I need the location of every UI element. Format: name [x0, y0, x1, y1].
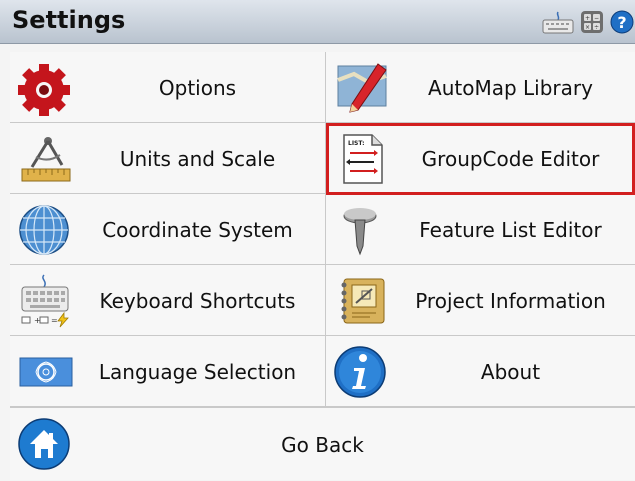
- page-title: Settings: [12, 6, 126, 34]
- un-flag-icon: [19, 357, 73, 387]
- units-and-scale-label: Units and Scale: [119, 146, 276, 171]
- coordinate-system-button[interactable]: Coordinate System: [10, 194, 326, 265]
- svg-text:LIST:: LIST:: [348, 140, 365, 147]
- globe-icon: [19, 205, 69, 255]
- automap-library-button[interactable]: AutoMap Library: [326, 52, 635, 123]
- options-label: Options: [158, 75, 237, 100]
- project-information-label: Project Information: [415, 288, 606, 313]
- coordinate-system-label: Coordinate System: [102, 217, 293, 242]
- svg-text:×: ×: [585, 24, 590, 31]
- svg-text:+: +: [585, 15, 590, 22]
- feature-list-editor-label: Feature List Editor: [419, 217, 602, 242]
- notebook-icon: [341, 278, 385, 324]
- calculator-icon[interactable]: + − × ÷: [580, 10, 604, 34]
- project-information-button[interactable]: Project Information: [326, 265, 635, 336]
- svg-text:?: ?: [617, 13, 626, 32]
- keyboard-shortcuts-icon: + =: [21, 274, 69, 328]
- keyboard-shortcuts-button[interactable]: + = Keyboard Shortcuts: [10, 265, 326, 336]
- go-back-label: Go Back: [281, 432, 364, 457]
- help-icon[interactable]: ?: [610, 10, 634, 34]
- keyboard-icon[interactable]: [542, 10, 574, 34]
- about-label: About: [480, 359, 541, 384]
- svg-text:−: −: [594, 15, 599, 22]
- about-button[interactable]: About: [326, 336, 635, 407]
- svg-text:÷: ÷: [594, 24, 599, 31]
- language-selection-label: Language Selection: [98, 359, 297, 384]
- compass-ruler-icon: [21, 137, 71, 182]
- list-document-icon: LIST:: [343, 134, 383, 184]
- svg-text:=: =: [51, 316, 58, 325]
- automap-library-label: AutoMap Library: [428, 75, 593, 100]
- units-and-scale-button[interactable]: Units and Scale: [10, 123, 326, 194]
- title-bar: Settings + − × ÷ ?: [0, 0, 635, 44]
- feature-list-editor-button[interactable]: Feature List Editor: [326, 194, 635, 265]
- groupcode-editor-label: GroupCode Editor: [421, 146, 600, 171]
- options-button[interactable]: Options: [10, 52, 326, 123]
- keyboard-shortcuts-label: Keyboard Shortcuts: [99, 288, 296, 313]
- map-pencil-icon: [337, 63, 387, 113]
- groupcode-editor-button[interactable]: LIST: GroupCode Editor: [326, 123, 635, 194]
- language-selection-button[interactable]: Language Selection: [10, 336, 326, 407]
- info-icon: [334, 346, 386, 398]
- go-back-button[interactable]: Go Back: [10, 407, 635, 480]
- gear-icon: [18, 64, 70, 116]
- survey-pin-icon: [343, 208, 377, 256]
